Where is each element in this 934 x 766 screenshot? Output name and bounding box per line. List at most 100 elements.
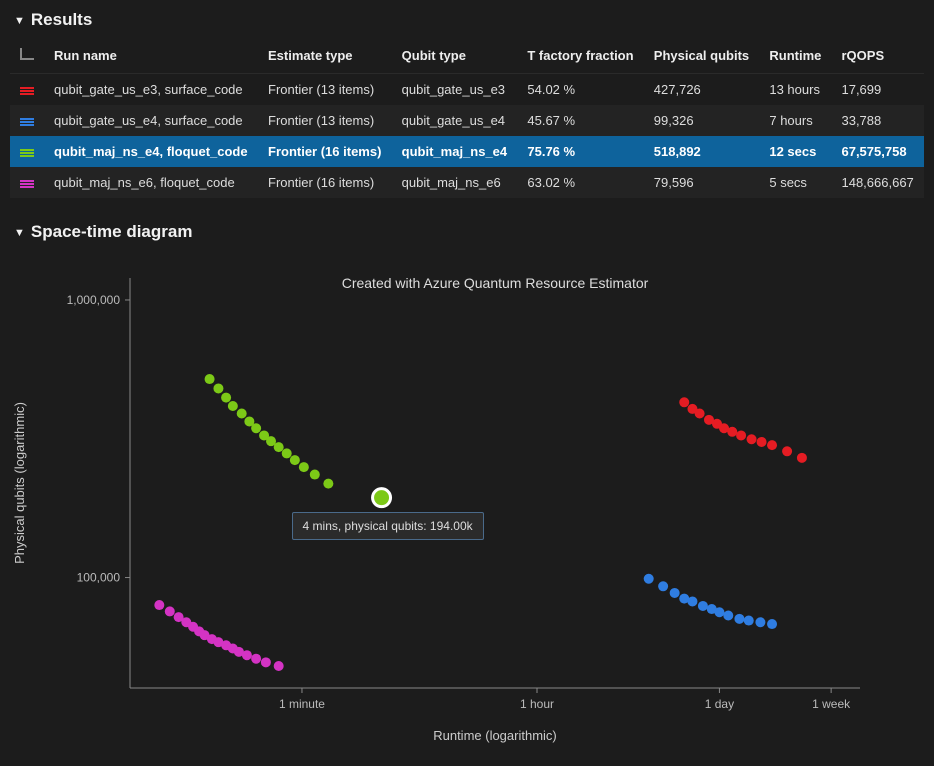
cell-rqops: 17,699 [831, 74, 924, 106]
cell-runtime: 7 hours [759, 105, 831, 136]
cell-rqops: 33,788 [831, 105, 924, 136]
results-title: Results [31, 10, 92, 30]
series-color-icon [20, 180, 34, 188]
chart-point[interactable] [736, 430, 746, 440]
chart-point[interactable] [165, 606, 175, 616]
svg-text:1 hour: 1 hour [520, 697, 554, 711]
chart-point[interactable] [644, 574, 654, 584]
cell-estimate-type: Frontier (16 items) [258, 136, 392, 167]
chart-point[interactable] [205, 374, 215, 384]
cell-phys-qubits: 518,892 [644, 136, 760, 167]
col-rqops[interactable]: rQOPS [831, 42, 924, 74]
chart-point[interactable] [282, 448, 292, 458]
series-color-icon [20, 118, 34, 126]
chart-point[interactable] [767, 619, 777, 629]
table-legend-icon [20, 48, 34, 60]
chart-point[interactable] [251, 423, 261, 433]
table-row[interactable]: qubit_maj_ns_e6, floquet_codeFrontier (1… [10, 167, 924, 198]
col-estimate[interactable]: Estimate type [258, 42, 392, 74]
col-phys-qubits[interactable]: Physical qubits [644, 42, 760, 74]
chart-point[interactable] [723, 610, 733, 620]
collapse-icon: ▼ [14, 227, 25, 239]
legend-swatch-cell [10, 136, 44, 167]
cell-estimate-type: Frontier (16 items) [258, 167, 392, 198]
chart-point[interactable] [251, 654, 261, 664]
svg-text:1 minute: 1 minute [279, 697, 325, 711]
chart-point[interactable] [744, 616, 754, 626]
cell-estimate-type: Frontier (13 items) [258, 74, 392, 106]
svg-text:1 day: 1 day [705, 697, 734, 711]
spacetime-title: Space-time diagram [31, 222, 193, 242]
series-color-icon [20, 149, 34, 157]
svg-text:Created with Azure Quantum Res: Created with Azure Quantum Resource Esti… [342, 275, 649, 291]
cell-t-fraction: 54.02 % [517, 74, 643, 106]
chart-point[interactable] [698, 601, 708, 611]
col-run-name[interactable]: Run name [44, 42, 258, 74]
table-row[interactable]: qubit_gate_us_e3, surface_codeFrontier (… [10, 74, 924, 106]
cell-runtime: 13 hours [759, 74, 831, 106]
cell-t-fraction: 63.02 % [517, 167, 643, 198]
col-qubit-type[interactable]: Qubit type [392, 42, 518, 74]
chart-point[interactable] [755, 617, 765, 627]
cell-run-name: qubit_maj_ns_e6, floquet_code [44, 167, 258, 198]
chart-point[interactable] [797, 453, 807, 463]
chart-point[interactable] [261, 657, 271, 667]
svg-text:1 week: 1 week [812, 697, 851, 711]
chart-point[interactable] [154, 600, 164, 610]
results-section-header[interactable]: ▼ Results [0, 0, 934, 42]
cell-run-name: qubit_maj_ns_e4, floquet_code [44, 136, 258, 167]
cell-qubit-type: qubit_gate_us_e3 [392, 74, 518, 106]
chart-point[interactable] [221, 393, 231, 403]
chart-point[interactable] [727, 427, 737, 437]
cell-phys-qubits: 79,596 [644, 167, 760, 198]
cell-rqops: 148,666,667 [831, 167, 924, 198]
chart-point[interactable] [695, 408, 705, 418]
series-color-icon [20, 87, 34, 95]
chart-point[interactable] [323, 479, 333, 489]
spacetime-chart[interactable]: Created with Azure Quantum Resource Esti… [0, 258, 900, 758]
cell-runtime: 12 secs [759, 136, 831, 167]
legend-swatch-cell [10, 167, 44, 198]
chart-point[interactable] [687, 596, 697, 606]
svg-text:100,000: 100,000 [77, 571, 121, 585]
cell-t-fraction: 75.76 % [517, 136, 643, 167]
chart-point[interactable] [299, 462, 309, 472]
spacetime-section-header[interactable]: ▼ Space-time diagram [0, 212, 934, 254]
col-runtime[interactable]: Runtime [759, 42, 831, 74]
chart-point[interactable] [782, 446, 792, 456]
chart-point[interactable] [274, 442, 284, 452]
cell-qubit-type: qubit_maj_ns_e6 [392, 167, 518, 198]
chart-point[interactable] [237, 408, 247, 418]
chart-point[interactable] [242, 650, 252, 660]
cell-qubit-type: qubit_gate_us_e4 [392, 105, 518, 136]
chart-point[interactable] [767, 440, 777, 450]
cell-qubit-type: qubit_maj_ns_e4 [392, 136, 518, 167]
table-row[interactable]: qubit_gate_us_e4, surface_codeFrontier (… [10, 105, 924, 136]
chart-point[interactable] [228, 401, 238, 411]
chart-point[interactable] [747, 434, 757, 444]
table-row[interactable]: qubit_maj_ns_e4, floquet_codeFrontier (1… [10, 136, 924, 167]
legend-swatch-cell [10, 74, 44, 106]
cell-run-name: qubit_gate_us_e3, surface_code [44, 74, 258, 106]
chart-point[interactable] [310, 470, 320, 480]
cell-runtime: 5 secs [759, 167, 831, 198]
svg-text:Physical qubits (logarithmic): Physical qubits (logarithmic) [12, 402, 27, 564]
cell-t-fraction: 45.67 % [517, 105, 643, 136]
chart-point[interactable] [670, 588, 680, 598]
cell-phys-qubits: 427,726 [644, 74, 760, 106]
svg-text:Runtime (logarithmic): Runtime (logarithmic) [433, 728, 557, 743]
chart-point[interactable] [274, 661, 284, 671]
chart-point[interactable] [734, 614, 744, 624]
chart-point[interactable] [714, 607, 724, 617]
chart-point[interactable] [658, 581, 668, 591]
chart-point[interactable] [290, 455, 300, 465]
col-t-fraction[interactable]: T factory fraction [517, 42, 643, 74]
cell-phys-qubits: 99,326 [644, 105, 760, 136]
legend-swatch-cell [10, 105, 44, 136]
cell-rqops: 67,575,758 [831, 136, 924, 167]
chart-point-highlight[interactable] [373, 489, 391, 507]
chart-point[interactable] [213, 383, 223, 393]
chart-point[interactable] [757, 437, 767, 447]
collapse-icon: ▼ [14, 15, 25, 27]
chart-point[interactable] [679, 397, 689, 407]
